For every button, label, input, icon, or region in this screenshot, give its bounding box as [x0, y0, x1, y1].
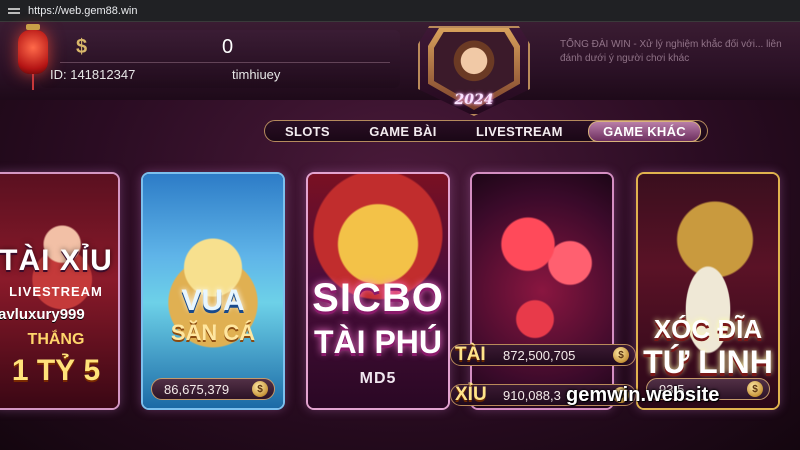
browser-address-bar[interactable]: https://web.gem88.win — [0, 0, 800, 22]
category-tabs: SLOTS GAME BÀI LIVESTREAM GAME KHÁC — [264, 120, 708, 142]
prize-amount: 1 TỶ 5 — [11, 354, 101, 387]
username: timhiuey — [232, 67, 281, 82]
watermark-text: gemwin.website — [566, 384, 720, 406]
tai-value: 872,500,705 — [503, 347, 576, 363]
tai-label: TÀI — [455, 344, 486, 365]
balance-value[interactable]: 0 — [222, 36, 233, 59]
dice-art — [472, 174, 612, 408]
game-title-line2: SĂN CÁ — [170, 320, 256, 345]
year-badge: 2024 — [454, 92, 494, 108]
tai-jackpot-row: TÀI 872,500,705 $ — [450, 344, 636, 366]
coin-icon: $ — [747, 381, 763, 397]
tab-game-bai[interactable]: GAME BÀI — [355, 122, 450, 141]
url-text[interactable]: https://web.gem88.win — [28, 5, 137, 17]
game-title-line2: TÀI PHÚ — [314, 324, 442, 360]
game-card-vua-san-ca[interactable]: VUA SĂN CÁ 86,675,379 $ — [141, 172, 285, 410]
divider — [60, 62, 390, 63]
jackpot-value: 86,675,379 — [164, 381, 230, 397]
game-variant: MD5 — [359, 370, 397, 387]
coin-icon: $ — [252, 381, 268, 397]
game-title: TÀI XỈU — [0, 244, 113, 277]
game-subtitle: LIVESTREAM — [9, 284, 103, 299]
lantern-icon — [18, 24, 48, 90]
notification-marquee: TỔNG ĐÀI WIN - Xử lý nghiệm khắc đối với… — [560, 39, 782, 64]
jackpot-bar: 86,675,379 $ — [151, 378, 275, 400]
game-card-sicbo[interactable]: SICBO TÀI PHÚ MD5 — [306, 172, 450, 410]
game-title-line2: TỨ LINH — [643, 344, 773, 380]
coin-icon: $ — [613, 347, 629, 363]
tab-slots[interactable]: SLOTS — [271, 122, 344, 141]
game-card-taixiu-livestream[interactable]: TÀI XỈU LIVESTREAM avluxury999 THẮNG 1 T… — [0, 172, 120, 410]
game-title: XÓC ĐĨA — [653, 314, 763, 344]
game-card-xoc-dia[interactable]: XÓC ĐĨA TỨ LINH 93,5 $ — [636, 172, 780, 410]
game-title: VUA — [181, 284, 245, 317]
streamer-name: avluxury999 — [0, 306, 85, 323]
game-title: SICBO — [312, 276, 444, 320]
dollar-icon: $ — [76, 36, 88, 58]
win-label: THẮNG — [27, 331, 85, 348]
user-id: ID: 141812347 — [50, 67, 136, 82]
site-settings-icon[interactable] — [8, 6, 20, 16]
game-card-dice-taixiu[interactable]: TÀI 872,500,705 $ XỈU 910,088,3 $ — [450, 172, 636, 410]
xiu-label: XỈU — [455, 384, 487, 405]
tab-livestream[interactable]: LIVESTREAM — [462, 122, 577, 141]
tab-game-khac[interactable]: GAME KHÁC — [588, 120, 701, 142]
